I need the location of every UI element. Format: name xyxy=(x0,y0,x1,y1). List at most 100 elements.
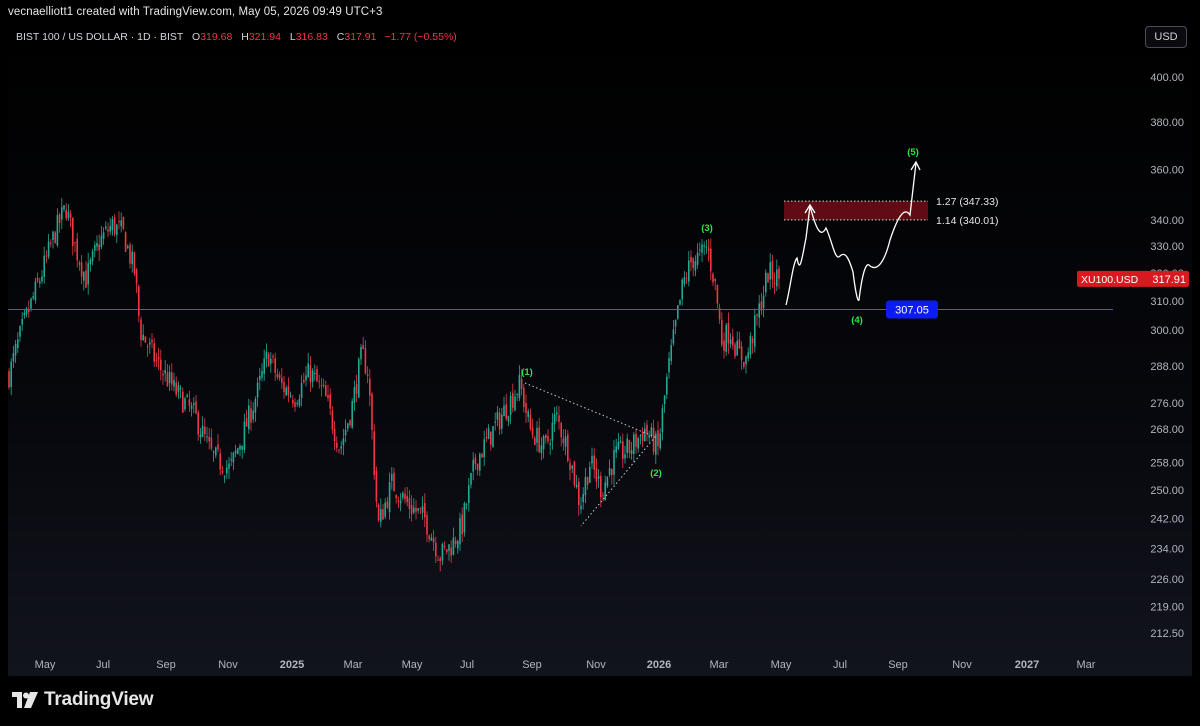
candle-body xyxy=(633,434,635,454)
candle-body xyxy=(353,387,356,403)
candle-body xyxy=(100,235,103,248)
candle-body xyxy=(318,381,320,383)
wave-3-label: (3) xyxy=(701,223,713,234)
candle-body xyxy=(45,255,48,257)
candle-body xyxy=(681,279,683,300)
time-tick-label: May xyxy=(402,659,423,671)
candle-body xyxy=(589,466,591,483)
candle-body xyxy=(725,325,727,352)
candle-body xyxy=(384,502,386,517)
candle-body xyxy=(729,339,732,344)
price-chart[interactable]: 400.00380.00360.00340.00330.00320.00310.… xyxy=(0,0,1200,726)
candle-body xyxy=(111,219,114,231)
candle-body xyxy=(226,467,228,474)
candle-body xyxy=(472,459,474,472)
candle-body xyxy=(254,399,257,413)
candle-body xyxy=(762,295,765,309)
candle-body xyxy=(395,494,397,498)
candle-body xyxy=(116,224,118,235)
candle-body xyxy=(424,503,426,518)
candle-body xyxy=(538,427,540,452)
time-tick-label: 2026 xyxy=(647,659,671,671)
candle-body xyxy=(732,336,734,346)
candle-body xyxy=(155,359,158,361)
candle-body xyxy=(80,262,83,277)
candle-body xyxy=(333,429,336,442)
candle-body xyxy=(133,252,136,274)
time-tick-label: Nov xyxy=(952,659,972,671)
candle-body xyxy=(432,538,435,543)
candle-body xyxy=(703,245,705,247)
candle-body xyxy=(270,358,272,364)
candle-body xyxy=(252,410,254,420)
candle-body xyxy=(41,276,43,282)
candle-body xyxy=(281,377,283,383)
candle-body xyxy=(553,414,556,425)
candle-body xyxy=(441,544,444,561)
candle-body xyxy=(452,537,455,555)
candle-body xyxy=(164,370,166,374)
candle-body xyxy=(619,441,622,443)
candle-body xyxy=(402,492,404,498)
candle-body xyxy=(714,278,716,282)
tradingview-logo[interactable]: TradingView xyxy=(12,689,154,711)
candle-body xyxy=(347,423,349,429)
price-tick-label: 360.00 xyxy=(1150,165,1184,177)
candle-body xyxy=(635,433,637,447)
candle-body xyxy=(575,484,578,488)
candle-body xyxy=(331,410,334,430)
candle-body xyxy=(556,412,558,415)
candle-body xyxy=(142,334,144,341)
price-tick-label: 300.00 xyxy=(1150,325,1184,337)
candle-body xyxy=(663,395,666,404)
candle-body xyxy=(259,375,261,380)
candle-body xyxy=(584,477,587,496)
candle-body xyxy=(668,358,670,373)
candle-body xyxy=(61,207,63,220)
candle-body xyxy=(193,403,195,406)
candle-body xyxy=(217,444,219,450)
candle-body xyxy=(91,251,94,261)
candle-body xyxy=(283,382,285,393)
time-tick-label: Mar xyxy=(344,659,363,671)
candle-body xyxy=(149,342,151,345)
candle-body xyxy=(661,408,664,433)
candle-body xyxy=(674,320,677,327)
candle-body xyxy=(274,358,276,373)
candle-body xyxy=(153,343,155,362)
candle-body xyxy=(250,408,252,423)
candle-body xyxy=(138,286,140,316)
candle-body xyxy=(102,232,105,239)
candle-body xyxy=(756,314,758,316)
candle-body xyxy=(685,278,688,280)
candle-body xyxy=(542,436,545,450)
candle-body xyxy=(677,305,679,319)
candle-body xyxy=(182,391,184,413)
candle-body xyxy=(17,339,19,348)
candle-body xyxy=(105,226,107,229)
candle-body xyxy=(54,232,56,243)
candle-body xyxy=(606,476,609,487)
candle-body xyxy=(118,220,120,223)
candle-body xyxy=(296,403,298,405)
last-price-symbol: XU100.USD xyxy=(1081,274,1139,286)
candle-body xyxy=(131,251,133,265)
candle-body xyxy=(309,365,312,383)
candle-body xyxy=(289,395,292,397)
candle-body xyxy=(771,261,774,280)
candle-body xyxy=(600,475,602,498)
time-tick-label: 2027 xyxy=(1015,659,1039,671)
candle-body xyxy=(382,509,384,520)
candle-body xyxy=(177,385,180,392)
time-tick-label: Jul xyxy=(833,659,847,671)
time-tick-label: 2025 xyxy=(280,659,304,671)
candle-body xyxy=(558,415,560,422)
candle-body xyxy=(430,537,433,541)
price-tick-label: 219.00 xyxy=(1150,602,1184,614)
candle-body xyxy=(393,472,395,492)
candle-body xyxy=(707,248,710,252)
candle-body xyxy=(43,255,45,277)
triangle-pattern xyxy=(524,382,656,527)
candle-body xyxy=(362,345,364,350)
candle-body xyxy=(342,438,345,446)
